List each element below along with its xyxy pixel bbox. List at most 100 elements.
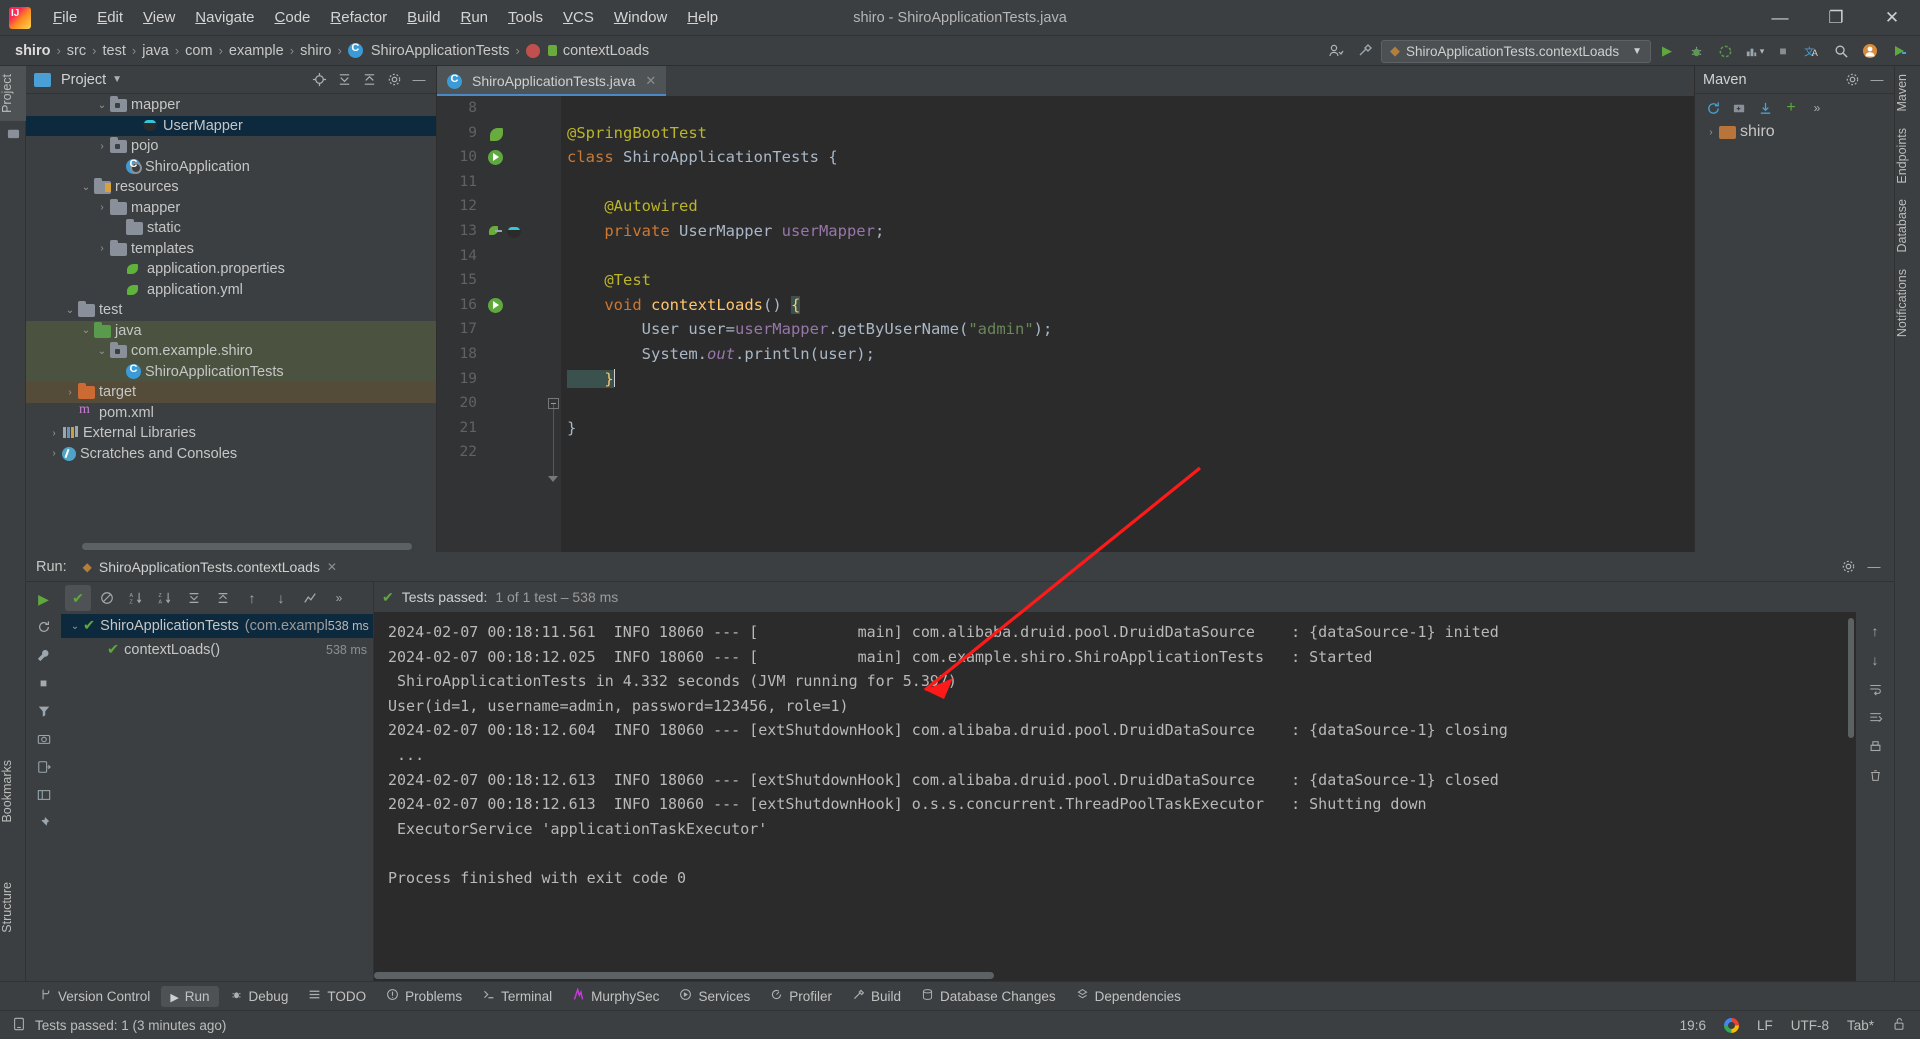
- close-icon[interactable]: ✕: [645, 73, 656, 89]
- menu-item-vcs[interactable]: VCS: [553, 5, 604, 30]
- tree-item-scratches-and-consoles[interactable]: › Scratches and Consoles: [26, 444, 436, 465]
- settings-gear-icon[interactable]: [1836, 556, 1860, 578]
- breadcrumb-item-test[interactable]: test: [97, 41, 130, 61]
- spring-bean-icon[interactable]: [487, 125, 503, 141]
- gutter-line-18[interactable]: 18: [437, 342, 547, 367]
- tree-item-usermapper[interactable]: UserMapper: [26, 115, 436, 136]
- sidebar-item-project[interactable]: Project: [0, 66, 26, 121]
- breadcrumb-item-src[interactable]: src: [62, 41, 91, 61]
- menu-item-window[interactable]: Window: [604, 5, 677, 30]
- gutter-line-19[interactable]: 19: [437, 367, 547, 392]
- project-tree[interactable]: ⌄ mapper UserMapper › pojo ShiroApplication ⌄ r…: [26, 94, 436, 552]
- breadcrumb-item-example[interactable]: example: [224, 41, 289, 61]
- pin-button[interactable]: [30, 810, 58, 836]
- tree-item-application-properties[interactable]: application.properties: [26, 259, 436, 280]
- tree-item-shiroapplicationtests[interactable]: ShiroApplicationTests: [26, 361, 436, 382]
- soft-wrap-icon[interactable]: [1861, 676, 1889, 702]
- chevron-right-icon[interactable]: ›: [62, 387, 78, 398]
- hammer-build-icon[interactable]: [1352, 39, 1378, 63]
- breadcrumb-item-contextloads[interactable]: contextLoads: [521, 41, 654, 61]
- chevron-down-icon[interactable]: ⌄: [94, 100, 110, 111]
- bottom-tab-dependencies[interactable]: Dependencies: [1067, 985, 1190, 1007]
- bottom-tab-build[interactable]: Build: [843, 985, 910, 1007]
- tree-item-mapper[interactable]: › mapper: [26, 198, 436, 219]
- gutter-line-21[interactable]: 21: [437, 416, 547, 441]
- line-separator[interactable]: LF: [1757, 1018, 1773, 1033]
- tree-item-static[interactable]: static: [26, 218, 436, 239]
- stop-button[interactable]: ■: [30, 670, 58, 696]
- hide-panel-icon[interactable]: —: [1862, 556, 1886, 578]
- more-options-icon[interactable]: »: [326, 585, 352, 611]
- gutter-line-13[interactable]: 13: [437, 219, 547, 244]
- chevron-right-icon[interactable]: ›: [1703, 127, 1719, 138]
- bottom-tab-murphysec[interactable]: MurphySec: [563, 985, 668, 1007]
- bottom-tab-run[interactable]: ▶ Run: [161, 985, 219, 1007]
- gutter-line-17[interactable]: 17: [437, 317, 547, 342]
- run-test-gutter-icon[interactable]: [487, 297, 503, 313]
- menu-item-tools[interactable]: Tools: [498, 5, 553, 30]
- gutter-line-10[interactable]: 10: [437, 145, 547, 170]
- tree-item-resources[interactable]: ⌄ resources: [26, 177, 436, 198]
- gutter-line-11[interactable]: 11: [437, 170, 547, 195]
- collapse-all-icon[interactable]: [357, 69, 381, 91]
- debug-button[interactable]: [1683, 39, 1709, 63]
- indent-setting[interactable]: Tab*: [1847, 1018, 1874, 1033]
- project-tree-horizontal-scrollbar[interactable]: [82, 543, 412, 550]
- menu-item-run[interactable]: Run: [450, 5, 498, 30]
- bottom-tab-todo[interactable]: TODO: [299, 985, 375, 1007]
- gutter-line-20[interactable]: 20: [437, 391, 547, 416]
- print-icon[interactable]: [1861, 734, 1889, 760]
- profiler-button[interactable]: ▾: [1741, 39, 1767, 63]
- gutter-line-8[interactable]: 8: [437, 96, 547, 121]
- next-occurrence-icon[interactable]: ↓: [268, 585, 294, 611]
- gutter-line-22[interactable]: 22: [437, 440, 547, 465]
- bottom-tab-debug[interactable]: Debug: [221, 985, 298, 1007]
- bottom-tab-database-changes[interactable]: Database Changes: [912, 985, 1065, 1007]
- caret-position[interactable]: 19:6: [1680, 1018, 1706, 1033]
- console-vertical-scrollbar[interactable]: [1848, 618, 1854, 738]
- scroll-to-end-icon[interactable]: [1861, 705, 1889, 731]
- event-log-icon[interactable]: [12, 1017, 26, 1034]
- fold-start-marker[interactable]: [548, 398, 559, 409]
- minimize-button[interactable]: —: [1752, 0, 1808, 36]
- editor-gutter[interactable]: 8 9 10 11 12 13 14 15 16 17 18 19 20 21 22: [437, 96, 547, 552]
- camera-snapshot-button[interactable]: [30, 726, 58, 752]
- run-console[interactable]: ✔ Tests passed: 1 of 1 test – 538 ms 202…: [374, 582, 1894, 981]
- close-icon[interactable]: ✕: [327, 560, 337, 574]
- stop-button[interactable]: ■: [1770, 39, 1796, 63]
- commit-icon[interactable]: [0, 121, 26, 147]
- chevron-right-icon[interactable]: ›: [46, 448, 62, 459]
- layout-button[interactable]: [30, 782, 58, 808]
- scroll-up-icon[interactable]: ↑: [1861, 618, 1889, 644]
- breadcrumb-item-shiro[interactable]: shiro: [10, 41, 55, 61]
- filter-button[interactable]: [30, 698, 58, 724]
- tree-item-application-yml[interactable]: application.yml: [26, 280, 436, 301]
- search-icon[interactable]: [1828, 39, 1854, 63]
- run-button[interactable]: ▶: [1654, 39, 1680, 63]
- mybatis-mapper-gutter-icon[interactable]: [505, 223, 521, 239]
- test-tree-rows[interactable]: ⌄ ✔ ShiroApplicationTests (com.exampl 538 ms…: [61, 614, 373, 662]
- tree-item-mapper[interactable]: ⌄ mapper: [26, 95, 436, 116]
- tree-item-com-example-shiro[interactable]: ⌄ com.example.shiro: [26, 341, 436, 362]
- translate-icon[interactable]: 文A: [1799, 39, 1825, 63]
- gutter-line-9[interactable]: 9: [437, 121, 547, 146]
- chevron-down-icon[interactable]: ⌄: [67, 621, 83, 632]
- code-editor[interactable]: 8 9 10 11 12 13 14 15 16 17 18 19 20 21 22 @SpringBoot…: [437, 96, 1894, 552]
- run-test-gutter-icon[interactable]: [487, 149, 503, 166]
- test-results-tree[interactable]: ✔ AZ ZA ↑ ↓ » ⌄ ✔ ShiroApplicationTests …: [61, 582, 374, 981]
- breadcrumb-item-java[interactable]: java: [137, 41, 174, 61]
- unlocked-icon[interactable]: [1892, 1017, 1906, 1034]
- tree-item-java[interactable]: ⌄ java: [26, 320, 436, 341]
- menu-item-file[interactable]: File: [43, 5, 87, 30]
- google-translate-icon[interactable]: [1723, 1017, 1739, 1033]
- fold-end-marker[interactable]: [548, 474, 559, 485]
- expand-all-icon[interactable]: [181, 585, 207, 611]
- tree-item-external-libraries[interactable]: › External Libraries: [26, 423, 436, 444]
- gutter-line-15[interactable]: 15: [437, 268, 547, 293]
- menu-item-build[interactable]: Build: [397, 5, 450, 30]
- sort-by-duration-icon[interactable]: ZA: [152, 585, 178, 611]
- test-tree-row-1[interactable]: ✔ contextLoads() 538 ms: [61, 638, 373, 662]
- sidebar-item-maven[interactable]: Maven: [1895, 66, 1920, 120]
- more-icon[interactable]: »: [1805, 97, 1829, 119]
- settings-gear-icon[interactable]: [382, 69, 406, 91]
